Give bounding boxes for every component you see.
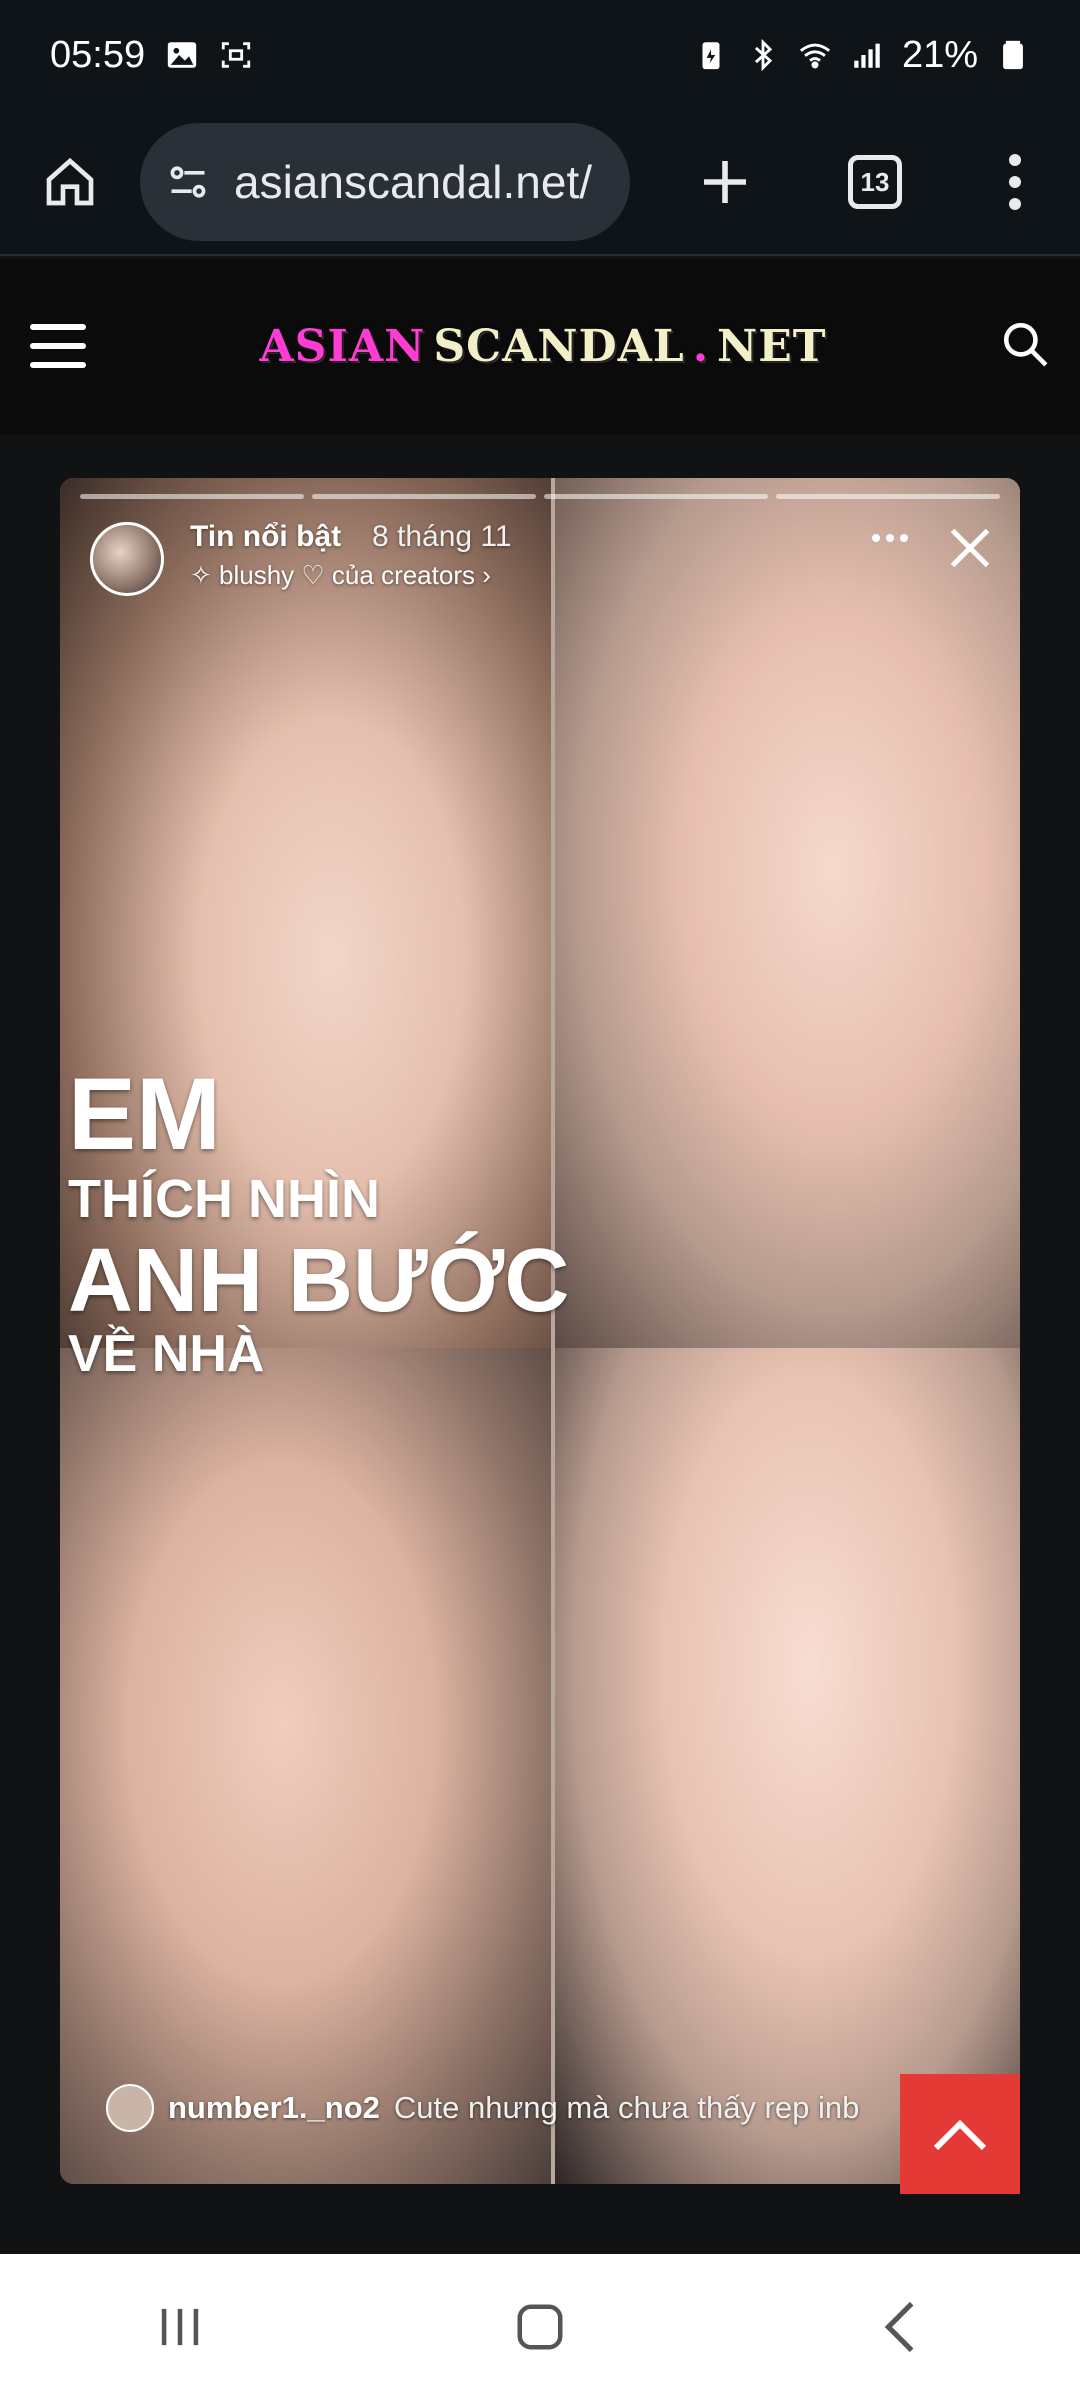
- plus-icon: [704, 161, 746, 203]
- recent-apps-button[interactable]: [100, 2254, 260, 2400]
- tab-count: 13: [848, 155, 902, 209]
- menu-icon[interactable]: [30, 324, 86, 368]
- recent-apps-icon: [161, 2308, 199, 2346]
- story-progress: [80, 494, 1000, 500]
- address-bar[interactable]: asianscandal.net/: [140, 123, 630, 241]
- back-chevron-icon: [884, 2301, 914, 2353]
- chevron-up-icon: [933, 2119, 987, 2151]
- photo-panel-top-right: [553, 478, 1020, 1348]
- content-area: Tin nổi bật 8 tháng 11 ✧ blushy ♡ của cr…: [0, 434, 1080, 2254]
- overlay-text-line-4: VỀ NHÀ: [68, 1325, 265, 1383]
- home-nav-button[interactable]: [460, 2254, 620, 2400]
- battery-saver-icon: [702, 42, 720, 70]
- screenshot-icon: [221, 42, 251, 68]
- url-text[interactable]: asianscandal.net/: [234, 155, 592, 209]
- comment-avatar: [106, 2084, 154, 2132]
- story-title: Tin nổi bật: [190, 520, 342, 553]
- signal-icon: [854, 43, 880, 68]
- site-logo[interactable]: ASIAN SCANDAL . NET: [259, 321, 826, 372]
- comment-username: number1._no2: [168, 2090, 380, 2125]
- search-button[interactable]: [1000, 319, 1050, 374]
- gallery-icon: [167, 42, 197, 68]
- system-nav-bar: [0, 2254, 1080, 2400]
- progress-segment: [312, 494, 536, 499]
- battery-percent: 21%: [901, 33, 978, 76]
- new-tab-button[interactable]: [650, 109, 800, 255]
- tab-switcher-button[interactable]: 13: [800, 109, 950, 255]
- more-horizontal-icon: [860, 518, 920, 558]
- battery-icon: [1003, 40, 1023, 70]
- progress-segment: [80, 494, 304, 499]
- back-button[interactable]: [820, 2254, 980, 2400]
- status-time: 05:59: [50, 33, 146, 76]
- browser-toolbar: asianscandal.net/ 13: [0, 110, 1080, 256]
- logo-dot: .: [692, 320, 710, 372]
- overlay-text-line-1: EM: [68, 1057, 221, 1171]
- home-button[interactable]: [0, 109, 140, 255]
- browser-menu-button[interactable]: [950, 109, 1080, 255]
- story-comment: number1._no2 Cute nhưng mà chưa thấy rep…: [106, 2084, 859, 2132]
- story-avatar: [90, 522, 164, 596]
- story-image[interactable]: Tin nổi bật 8 tháng 11 ✧ blushy ♡ của cr…: [60, 478, 1020, 2184]
- overlay-text-line-3: ANH BƯỚC: [68, 1231, 570, 1331]
- bluetooth-icon: [754, 38, 773, 72]
- photo-panel-bottom-left: [60, 1348, 553, 2184]
- logo-part-scandal: SCANDAL: [433, 320, 685, 372]
- comment-text: Cute nhưng mà chưa thấy rep inb: [393, 2090, 860, 2125]
- home-square-icon: [517, 2304, 563, 2350]
- story-subtitle: ✧ blushy ♡ của creators ›: [190, 560, 491, 590]
- logo-part-net: NET: [717, 320, 827, 372]
- status-left: 05:59: [50, 34, 253, 77]
- home-icon: [46, 157, 94, 206]
- status-bar: 05:59 21%: [0, 0, 1080, 110]
- progress-segment: [544, 494, 768, 499]
- site-settings-icon[interactable]: [166, 160, 210, 204]
- progress-segment: [776, 494, 1000, 499]
- scroll-to-top-button[interactable]: [900, 2074, 1020, 2194]
- logo-part-asian: ASIAN: [259, 320, 426, 372]
- story-date: 8 tháng 11: [372, 520, 512, 553]
- photo-panel-bottom-right: [553, 1348, 1020, 2184]
- overlay-text-line-2: THÍCH NHÌN: [68, 1169, 380, 1229]
- close-icon: [950, 528, 990, 568]
- site-header: ASIAN SCANDAL . NET: [0, 258, 1080, 434]
- search-icon: [1003, 322, 1048, 366]
- status-right: 21%: [694, 34, 1030, 77]
- more-vertical-icon: [1009, 154, 1021, 210]
- wifi-icon: [799, 43, 830, 69]
